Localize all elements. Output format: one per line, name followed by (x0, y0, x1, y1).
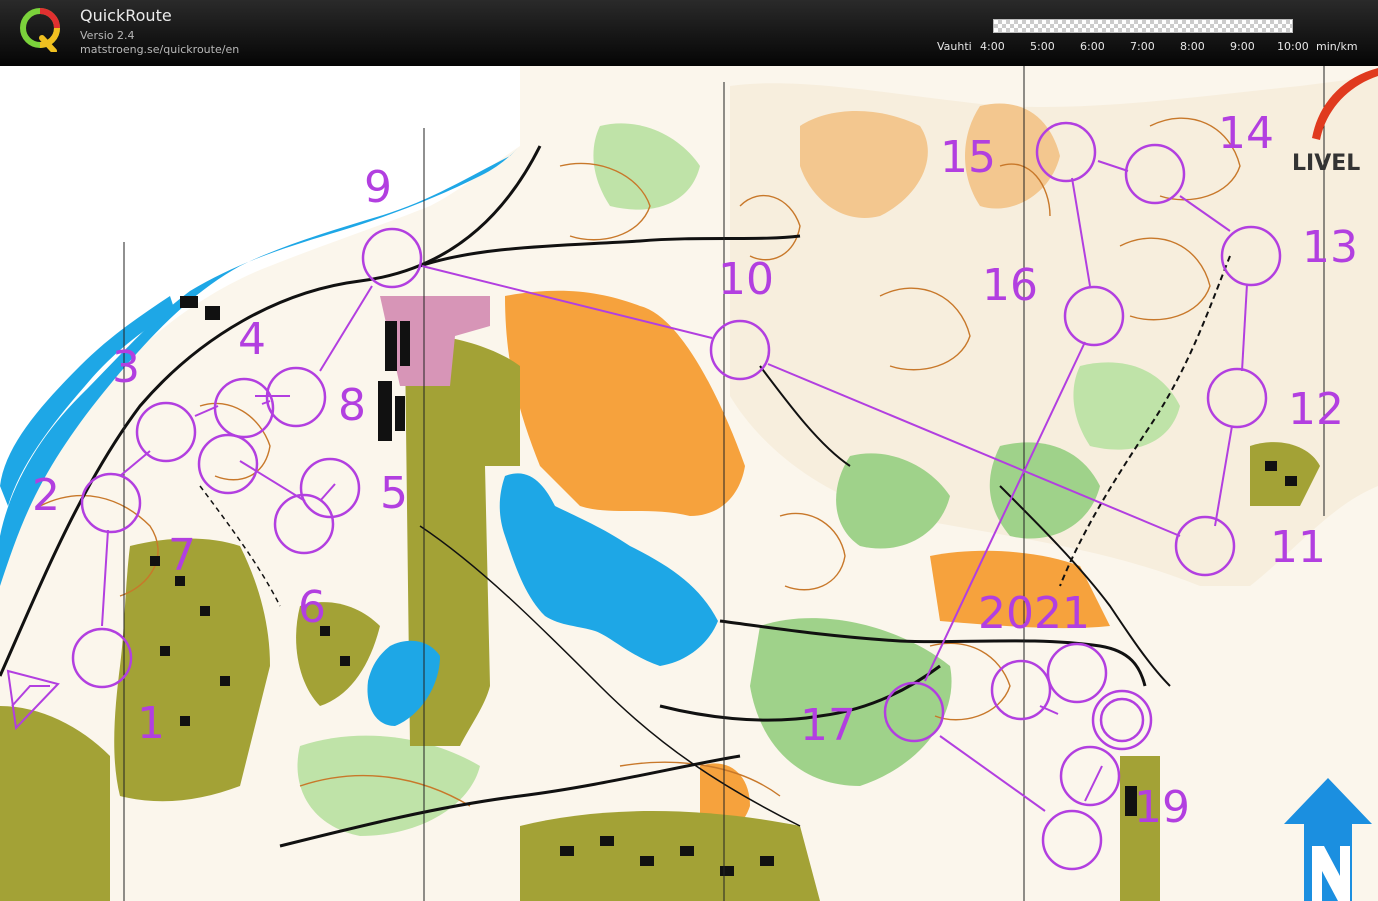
control-number-13: 13 (1302, 222, 1358, 273)
control-number-4: 4 (238, 314, 266, 365)
pace-scale-label: Vauhti (937, 40, 972, 53)
pace-tick: 7:00 (1130, 40, 1155, 53)
control-number-15: 15 (940, 132, 996, 183)
control-number-11: 11 (1270, 522, 1326, 573)
quickroute-logo-icon (20, 8, 60, 52)
control-number-10: 10 (718, 254, 774, 305)
pace-tick: 6:00 (1080, 40, 1105, 53)
pace-tick: 8:00 (1180, 40, 1205, 53)
control-number-1: 1 (137, 698, 165, 749)
control-number-17: 17 (800, 700, 856, 751)
app-title: QuickRoute (80, 6, 172, 25)
control-number-19: 19 (1134, 782, 1190, 833)
app-version: Versio 2.4 (80, 29, 135, 42)
control-number-20-21: 2021 (978, 588, 1090, 639)
control-number-6: 6 (298, 582, 326, 633)
pace-tick: 5:00 (1030, 40, 1055, 53)
pace-color-scale (993, 19, 1293, 33)
orienteering-map[interactable]: 1 2 3 4 5 6 7 8 9 10 11 12 13 14 15 16 1… (0, 66, 1378, 901)
app-header: QuickRoute Versio 2.4 matstroeng.se/quic… (0, 0, 1378, 66)
control-number-2: 2 (32, 470, 60, 521)
pace-tick: 4:00 (980, 40, 1005, 53)
control-number-3: 3 (112, 342, 140, 393)
control-number-12: 12 (1288, 384, 1344, 435)
control-number-5: 5 (380, 468, 408, 519)
brand-text: LIVEL (1292, 151, 1360, 176)
control-number-14: 14 (1218, 108, 1274, 159)
pace-unit: min/km (1316, 40, 1358, 53)
control-number-9: 9 (364, 162, 392, 213)
control-number-16: 16 (982, 260, 1038, 311)
pace-tick: 10:00 (1277, 40, 1309, 53)
pace-tick: 9:00 (1230, 40, 1255, 53)
control-number-7: 7 (168, 530, 196, 581)
control-number-8: 8 (338, 380, 366, 431)
app-url[interactable]: matstroeng.se/quickroute/en (80, 43, 239, 56)
